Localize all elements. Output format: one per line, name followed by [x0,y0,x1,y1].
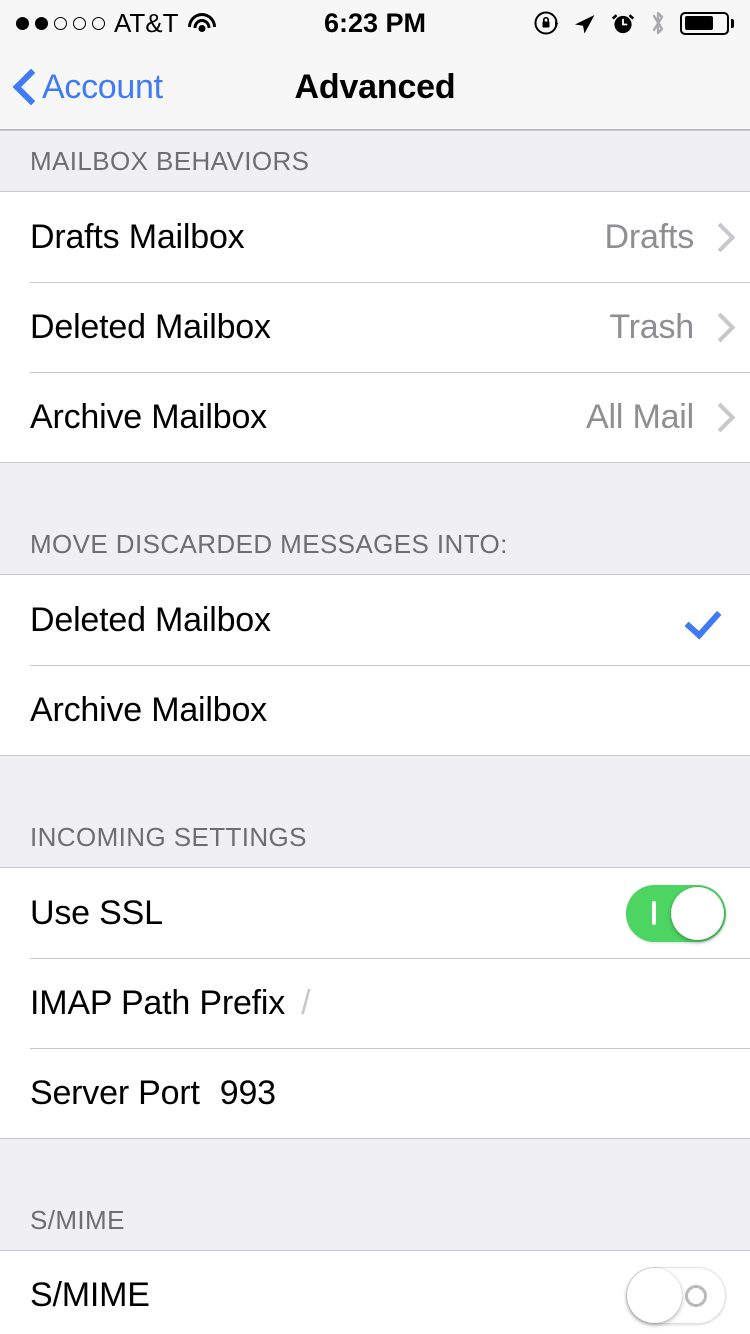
row-drafts-mailbox[interactable]: Drafts Mailbox Drafts [0,192,750,282]
row-imap-path-prefix[interactable]: IMAP Path Prefix / [0,958,750,1048]
status-bar-right [375,9,734,37]
section-header-mailbox-behaviors: MAILBOX BEHAVIORS [0,130,750,192]
switch-knob [671,886,724,940]
server-port-input[interactable]: 993 [220,1074,276,1113]
row-label: Drafts Mailbox [30,217,245,256]
group-mailbox-behaviors: Drafts Mailbox Drafts Deleted Mailbox Tr… [0,192,750,462]
row-smime[interactable]: S/MIME [0,1251,750,1334]
use-ssl-switch[interactable] [626,884,726,942]
page-title: Advanced [294,68,456,106]
navigation-bar: Account Advanced [0,46,750,130]
row-discard-archive-mailbox[interactable]: Archive Mailbox [0,665,750,755]
row-value: Drafts [604,217,695,256]
row-label: Deleted Mailbox [30,307,271,346]
location-arrow-icon [575,15,595,34]
section-header-incoming-settings: INCOMING SETTINGS [0,755,750,868]
chevron-right-icon [710,403,726,431]
row-server-port[interactable]: Server Port 993 [0,1048,750,1138]
bluetooth-icon [652,11,664,35]
switch-knob [627,1267,682,1323]
row-value: Trash [609,307,694,346]
row-label: Use SSL [30,893,163,932]
group-move-discarded-messages: Deleted Mailbox Archive Mailbox [0,575,750,755]
row-label: S/MIME [30,1276,150,1314]
status-bar: AT&T 6:23 PM [0,0,750,46]
row-label: Archive Mailbox [30,397,267,436]
row-label: Server Port [30,1073,200,1112]
row-label: IMAP Path Prefix [30,983,286,1022]
chevron-right-icon [710,313,726,341]
section-header-smime: S/MIME [0,1138,750,1251]
row-discard-deleted-mailbox[interactable]: Deleted Mailbox [0,575,750,665]
battery-icon [680,11,734,35]
group-incoming-settings: Use SSL IMAP Path Prefix / Server Port 9… [0,868,750,1138]
imap-path-prefix-input[interactable]: / [301,984,310,1023]
row-value: All Mail [586,397,694,436]
row-label: Archive Mailbox [30,690,267,729]
alarm-clock-icon [611,14,635,34]
group-smime: S/MIME [0,1251,750,1334]
chevron-right-icon [710,223,726,251]
section-header-move-discarded-messages: MOVE DISCARDED MESSAGES INTO: [0,462,750,575]
settings-advanced-screen: AT&T 6:23 PM Account Advanced MAILBOX BE… [0,0,750,1334]
checkmark-icon [690,602,726,638]
switch-off-marker-icon [685,1285,707,1307]
row-deleted-mailbox[interactable]: Deleted Mailbox Trash [0,282,750,372]
switch-on-marker-icon [652,900,656,925]
row-use-ssl[interactable]: Use SSL [0,868,750,958]
row-archive-mailbox[interactable]: Archive Mailbox All Mail [0,372,750,462]
smime-switch[interactable] [626,1267,726,1324]
rotation-lock-icon [534,11,559,35]
row-label: Deleted Mailbox [30,600,271,639]
